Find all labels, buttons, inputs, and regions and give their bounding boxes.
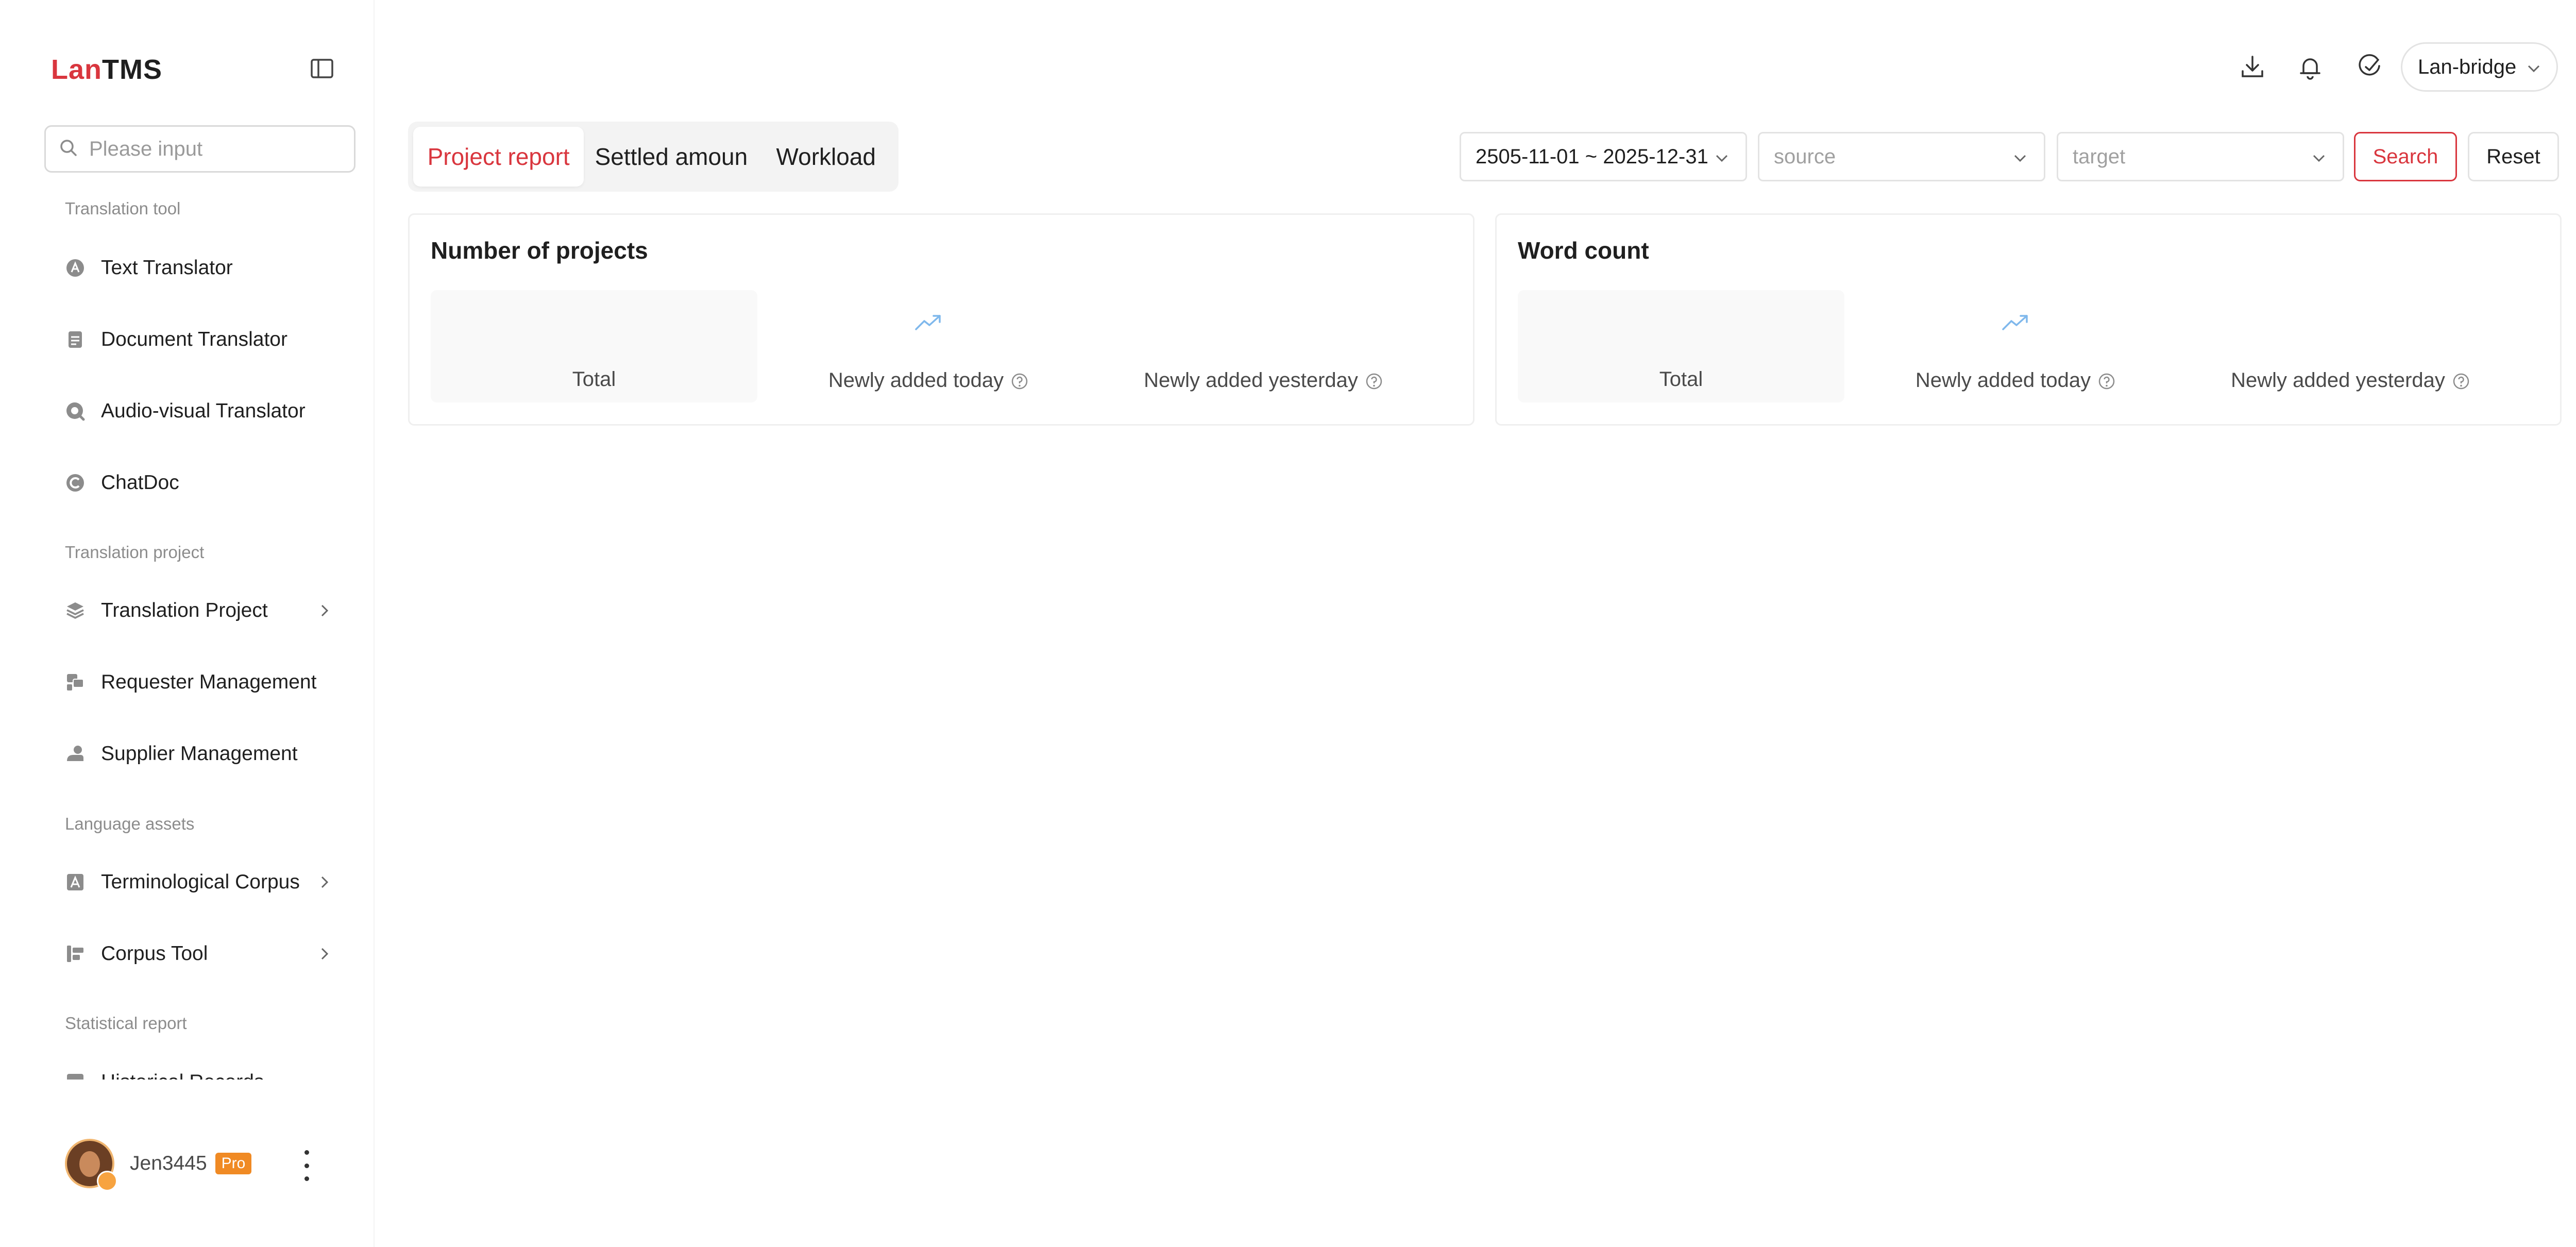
card-title: Word count: [1518, 237, 1649, 264]
sidebar-item-supplier-management[interactable]: Supplier Management: [65, 728, 343, 780]
source-language-select[interactable]: source: [1758, 132, 2045, 181]
main-content: Lan-bridge Project report Settled amoun …: [375, 0, 2576, 1247]
source-placeholder: source: [1774, 145, 1836, 168]
report-tabs: Project report Settled amoun Workload: [408, 122, 899, 192]
total-stat: Total: [431, 290, 757, 402]
terminology-icon: [65, 872, 86, 892]
sidebar-item-document-translator[interactable]: Document Translator: [65, 314, 343, 365]
sidebar-item-label: Document Translator: [101, 328, 287, 350]
search-input[interactable]: [88, 137, 337, 161]
user-profile[interactable]: Jen3445 Pro: [65, 1138, 252, 1189]
audio-visual-icon: [65, 401, 86, 422]
logo-part-tms: TMS: [102, 54, 163, 85]
avatar-status-badge: [97, 1171, 117, 1191]
bell-icon[interactable]: [2295, 52, 2326, 82]
organization-name: Lan-bridge: [2418, 55, 2517, 78]
sidebar-item-label: Supplier Management: [101, 743, 298, 765]
sidebar-item-corpus-tool[interactable]: Corpus Tool: [65, 928, 343, 980]
sidebar-item-text-translator[interactable]: Text Translator: [65, 242, 343, 294]
total-label: Total: [572, 368, 616, 391]
sidebar-item-translation-project[interactable]: Translation Project: [65, 585, 343, 636]
number-of-projects-card: Number of projects Total Newly added tod…: [408, 213, 1475, 426]
search-button[interactable]: Search: [2354, 132, 2457, 181]
today-label: Newly added today: [1915, 369, 2091, 392]
yesterday-label: Newly added yesterday: [1144, 369, 1358, 392]
chevron-down-icon: [2011, 149, 2029, 173]
section-label-language-assets: Language assets: [65, 814, 195, 833]
sidebar-search[interactable]: [44, 125, 355, 173]
sidebar-item-chatdoc[interactable]: ChatDoc: [65, 457, 343, 509]
sidebar-item-label: Corpus Tool: [101, 942, 208, 965]
today-label: Newly added today: [828, 369, 1004, 392]
yesterday-stat: Newly added yesterday: [2187, 290, 2514, 402]
help-icon[interactable]: [1365, 372, 1383, 390]
search-icon: [59, 139, 78, 160]
trend-up-icon: [2001, 312, 2030, 332]
sidebar-item-historical-records[interactable]: Historical Records: [65, 1056, 343, 1080]
pro-badge: Pro: [215, 1153, 252, 1174]
download-icon[interactable]: [2237, 52, 2268, 82]
section-label-translation-project: Translation project: [65, 543, 205, 562]
section-label-statistical-report: Statistical report: [65, 1014, 187, 1033]
tab-settled-amount[interactable]: Settled amoun: [584, 127, 758, 187]
tab-project-report[interactable]: Project report: [413, 127, 584, 187]
help-icon[interactable]: [1011, 372, 1028, 390]
date-range-picker[interactable]: 2505-11-01 ~ 2025-12-31: [1460, 132, 1747, 181]
sidebar-toggle-icon[interactable]: [309, 56, 335, 81]
today-stat: Newly added today: [765, 290, 1092, 402]
sidebar-item-label: ChatDoc: [101, 471, 179, 494]
reset-button[interactable]: Reset: [2468, 132, 2559, 181]
more-options-icon[interactable]: [299, 1150, 314, 1181]
chatdoc-icon: [65, 473, 86, 493]
chevron-right-icon: [315, 945, 334, 963]
sidebar-item-label: Translation Project: [101, 599, 268, 621]
username: Jen3445: [130, 1152, 207, 1174]
app-logo[interactable]: LanTMS: [51, 54, 162, 86]
yesterday-label: Newly added yesterday: [2231, 369, 2445, 392]
chevron-right-icon: [315, 601, 334, 620]
document-icon: [65, 329, 86, 350]
sidebar: LanTMS Translation tool Text Translator: [0, 0, 375, 1247]
sidebar-item-audio-visual-translator[interactable]: Audio-visual Translator: [65, 385, 343, 437]
text-translator-icon: [65, 258, 86, 278]
word-count-card: Word count Total Newly added today Newly…: [1495, 213, 2562, 426]
sidebar-item-label: Terminological Corpus: [101, 871, 300, 893]
sidebar-item-terminological-corpus[interactable]: Terminological Corpus: [65, 856, 343, 908]
total-label: Total: [1659, 368, 1703, 391]
logo-part-lan: Lan: [51, 54, 103, 85]
chevron-right-icon: [315, 873, 334, 891]
sidebar-item-label: Requester Management: [101, 671, 317, 693]
help-icon[interactable]: [2452, 372, 2470, 390]
layers-icon: [65, 600, 86, 621]
chevron-down-icon: [1713, 149, 1731, 173]
requester-icon: [65, 672, 86, 693]
yesterday-stat: Newly added yesterday: [1100, 290, 1427, 402]
organization-select[interactable]: Lan-bridge: [2401, 42, 2558, 92]
date-range-value: 2505-11-01 ~ 2025-12-31: [1476, 145, 1708, 168]
card-title: Number of projects: [431, 237, 648, 264]
supplier-icon: [65, 744, 86, 764]
sidebar-nav: Translation tool Text Translator Documen…: [0, 186, 375, 1080]
sidebar-item-label: Historical Records: [101, 1071, 264, 1080]
sidebar-item-label: Audio-visual Translator: [101, 400, 306, 422]
trend-up-icon: [914, 312, 943, 332]
app-window: LanTMS Translation tool Text Translator: [0, 0, 2576, 1247]
section-label-translation-tool: Translation tool: [65, 199, 181, 218]
history-icon: [65, 1072, 86, 1080]
corpus-tool-icon: [65, 943, 86, 964]
target-placeholder: target: [2073, 145, 2126, 168]
feedback-icon[interactable]: [2354, 52, 2385, 82]
target-language-select[interactable]: target: [2057, 132, 2344, 181]
sidebar-item-label: Text Translator: [101, 257, 233, 279]
sidebar-item-requester-management[interactable]: Requester Management: [65, 656, 343, 708]
chevron-down-icon: [2310, 149, 2328, 173]
total-stat: Total: [1518, 290, 1844, 402]
tab-workload[interactable]: Workload: [759, 127, 893, 187]
chevron-down-icon: [2524, 59, 2543, 83]
today-stat: Newly added today: [1852, 290, 2179, 402]
help-icon[interactable]: [2098, 372, 2115, 390]
